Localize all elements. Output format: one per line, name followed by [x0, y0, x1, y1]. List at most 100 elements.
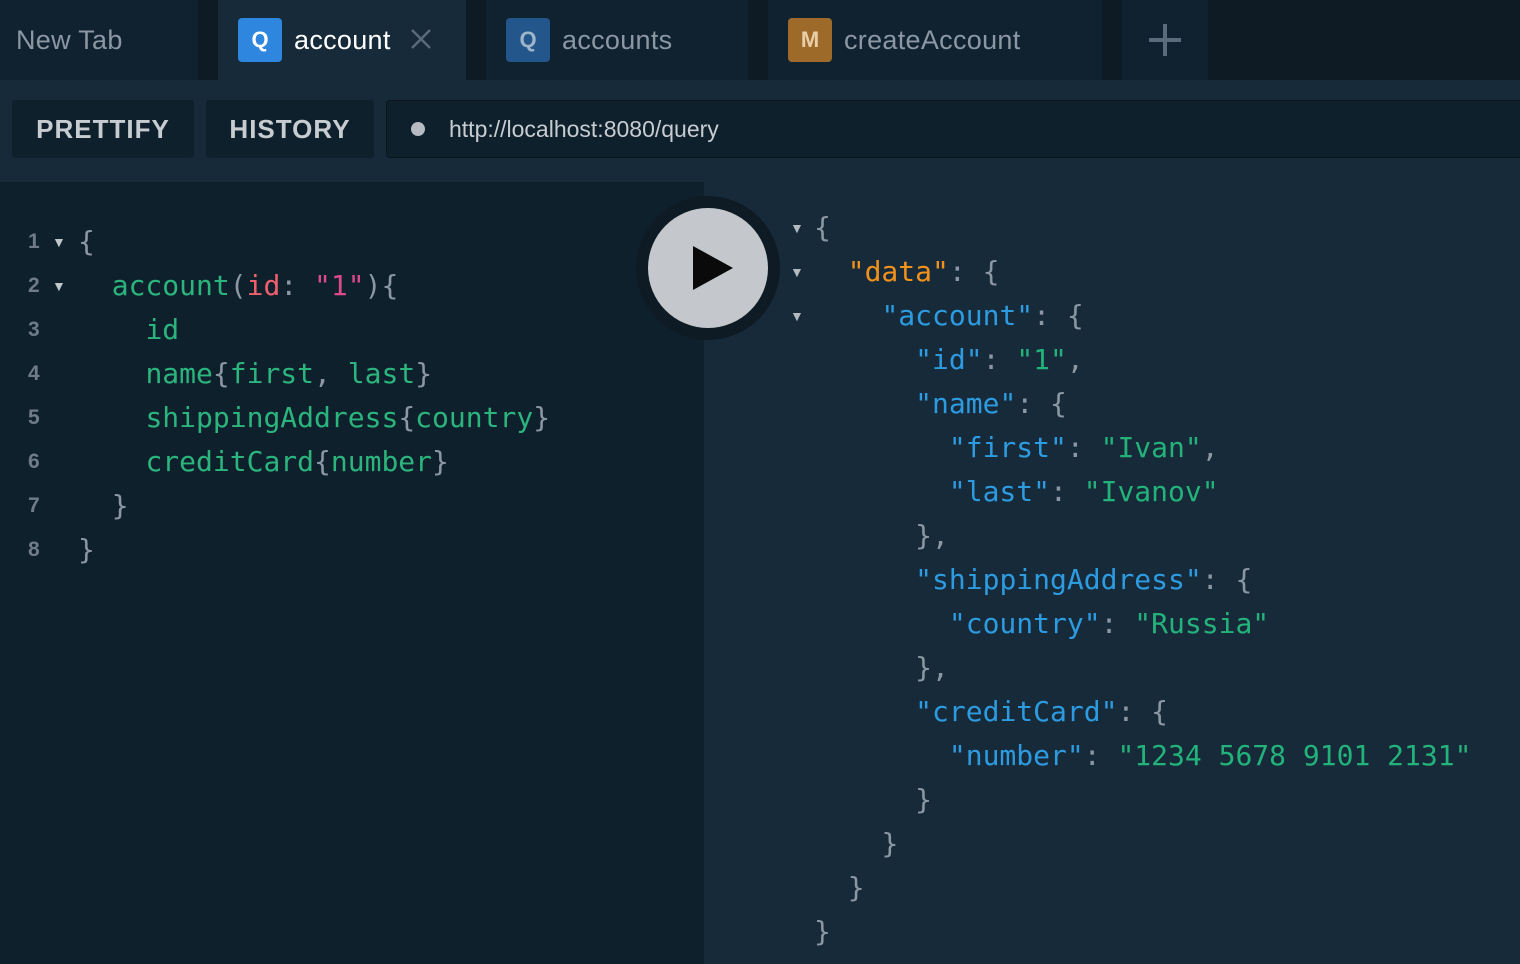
line-number: 3 — [28, 318, 40, 341]
code-token: name — [145, 357, 213, 390]
json-line-text: { — [814, 206, 831, 250]
code-token: { — [314, 445, 331, 478]
endpoint-url: http://localhost:8080/query — [449, 115, 719, 142]
tab-account[interactable]: Q account — [218, 0, 466, 80]
code-token: "1234 5678 9101 2131" — [1117, 739, 1472, 772]
code-token: : — [982, 343, 1017, 376]
code-token: "Ivanov" — [1083, 475, 1219, 508]
add-tab-button[interactable] — [1122, 0, 1208, 80]
json-line-text: "first": "Ivan", — [814, 426, 1219, 470]
code-token: : { — [1033, 299, 1084, 332]
code-token: : { — [1016, 387, 1067, 420]
json-line-text: "account": { — [814, 294, 1084, 338]
line-number: 7 — [28, 494, 40, 517]
close-icon[interactable] — [409, 23, 433, 57]
result-viewer[interactable]: ▼ { ▼ "data": { ▼ "account": { "id": "1"… — [704, 182, 1520, 964]
json-line-text: } — [814, 778, 932, 822]
code-line-text: } — [78, 484, 129, 528]
code-line-text: name{first, last} — [78, 352, 432, 396]
code-token: last — [347, 357, 416, 390]
code-line-text: creditCard{number} — [78, 440, 449, 484]
code-token: "1" — [314, 269, 365, 302]
json-line-text: }, — [814, 514, 949, 558]
fold-arrow-icon[interactable]: ▼ — [52, 264, 66, 308]
code-token: : { — [1201, 563, 1253, 596]
code-line-text: account(id: "1"){ — [78, 264, 399, 308]
connection-status-icon — [411, 122, 425, 136]
play-button-face — [648, 208, 768, 328]
json-line-text: }, — [814, 646, 949, 690]
code-token: } — [915, 783, 933, 816]
line-number: 6 — [28, 450, 40, 473]
code-token: }, — [915, 519, 949, 552]
code-token: ( — [229, 269, 247, 302]
json-line-text: "shippingAddress": { — [814, 558, 1252, 602]
code-token: , — [314, 357, 348, 390]
query-badge-icon: Q — [238, 18, 282, 62]
code-token: "country" — [948, 607, 1101, 640]
tab-create-account[interactable]: M createAccount — [768, 0, 1102, 80]
code-token: ){ — [364, 269, 399, 302]
endpoint-url-input[interactable]: http://localhost:8080/query — [386, 100, 1520, 158]
json-line-text: "name": { — [814, 382, 1067, 426]
code-line-text: id — [78, 308, 179, 352]
code-token: "1" — [1016, 343, 1067, 376]
code-token: } — [78, 533, 95, 566]
code-token: creditCard — [145, 445, 315, 478]
code-token: number — [330, 445, 433, 478]
query-badge-icon: Q — [506, 18, 550, 62]
line-number: 2 — [28, 274, 40, 297]
code-token: "Ivan" — [1100, 431, 1202, 464]
code-token: } — [814, 915, 831, 948]
code-token: "Russia" — [1134, 607, 1270, 640]
code-token: "name" — [915, 387, 1017, 420]
line-number: 8 — [28, 538, 40, 561]
code-token: { — [398, 401, 416, 434]
code-token: } — [533, 401, 551, 434]
line-number: 5 — [28, 406, 40, 429]
code-token: } — [432, 445, 449, 478]
prettify-button[interactable]: PRETTIFY — [12, 100, 194, 158]
code-token: , — [1066, 343, 1084, 376]
code-token: { — [814, 211, 831, 244]
json-line-text: "data": { — [814, 250, 1000, 294]
code-token: { — [78, 225, 95, 258]
code-token: : — [1050, 475, 1084, 508]
json-line-text: "last": "Ivanov" — [814, 470, 1219, 514]
json-line-text: "number": "1234 5678 9101 2131" — [814, 734, 1472, 778]
code-token: "account" — [881, 299, 1034, 332]
code-token: } — [847, 871, 865, 904]
tab-label: createAccount — [844, 24, 1021, 55]
fold-arrow-icon[interactable]: ▼ — [52, 220, 66, 264]
code-token: : — [280, 269, 315, 302]
tab-bar: New Tab Q account Q accounts M createAcc… — [0, 0, 1520, 80]
code-token: "number" — [948, 739, 1084, 772]
tab-new-tab[interactable]: New Tab — [0, 0, 198, 80]
query-editor[interactable]: 1 ▼ { 2 ▼ account(id: "1"){ 3 id 4 name{… — [0, 182, 704, 964]
code-token: "last" — [948, 475, 1051, 508]
history-button[interactable]: HISTORY — [206, 100, 374, 158]
fold-arrow-icon[interactable]: ▼ — [790, 250, 804, 294]
fold-arrow-icon[interactable]: ▼ — [790, 206, 804, 250]
code-token: "id" — [915, 343, 983, 376]
json-line-text: "creditCard": { — [814, 690, 1168, 734]
code-token: country — [415, 401, 534, 434]
code-token: first — [229, 357, 315, 390]
code-token: "data" — [847, 255, 949, 288]
run-query-button[interactable] — [636, 196, 780, 340]
code-token: : — [1083, 739, 1118, 772]
json-line-text: "id": "1", — [814, 338, 1084, 382]
line-number: 4 — [28, 362, 40, 385]
tab-label: New Tab — [16, 24, 123, 55]
code-token: } — [415, 357, 433, 390]
code-token: }, — [915, 651, 949, 684]
code-token: : — [1100, 607, 1135, 640]
code-line-text: } — [78, 528, 95, 572]
toolbar: PRETTIFY HISTORY http://localhost:8080/q… — [0, 80, 1520, 180]
json-line-text: } — [814, 910, 831, 954]
code-token: , — [1201, 431, 1219, 464]
tab-accounts[interactable]: Q accounts — [486, 0, 748, 80]
fold-arrow-icon[interactable]: ▼ — [790, 294, 804, 338]
code-token: { — [212, 357, 230, 390]
play-icon — [693, 246, 733, 290]
